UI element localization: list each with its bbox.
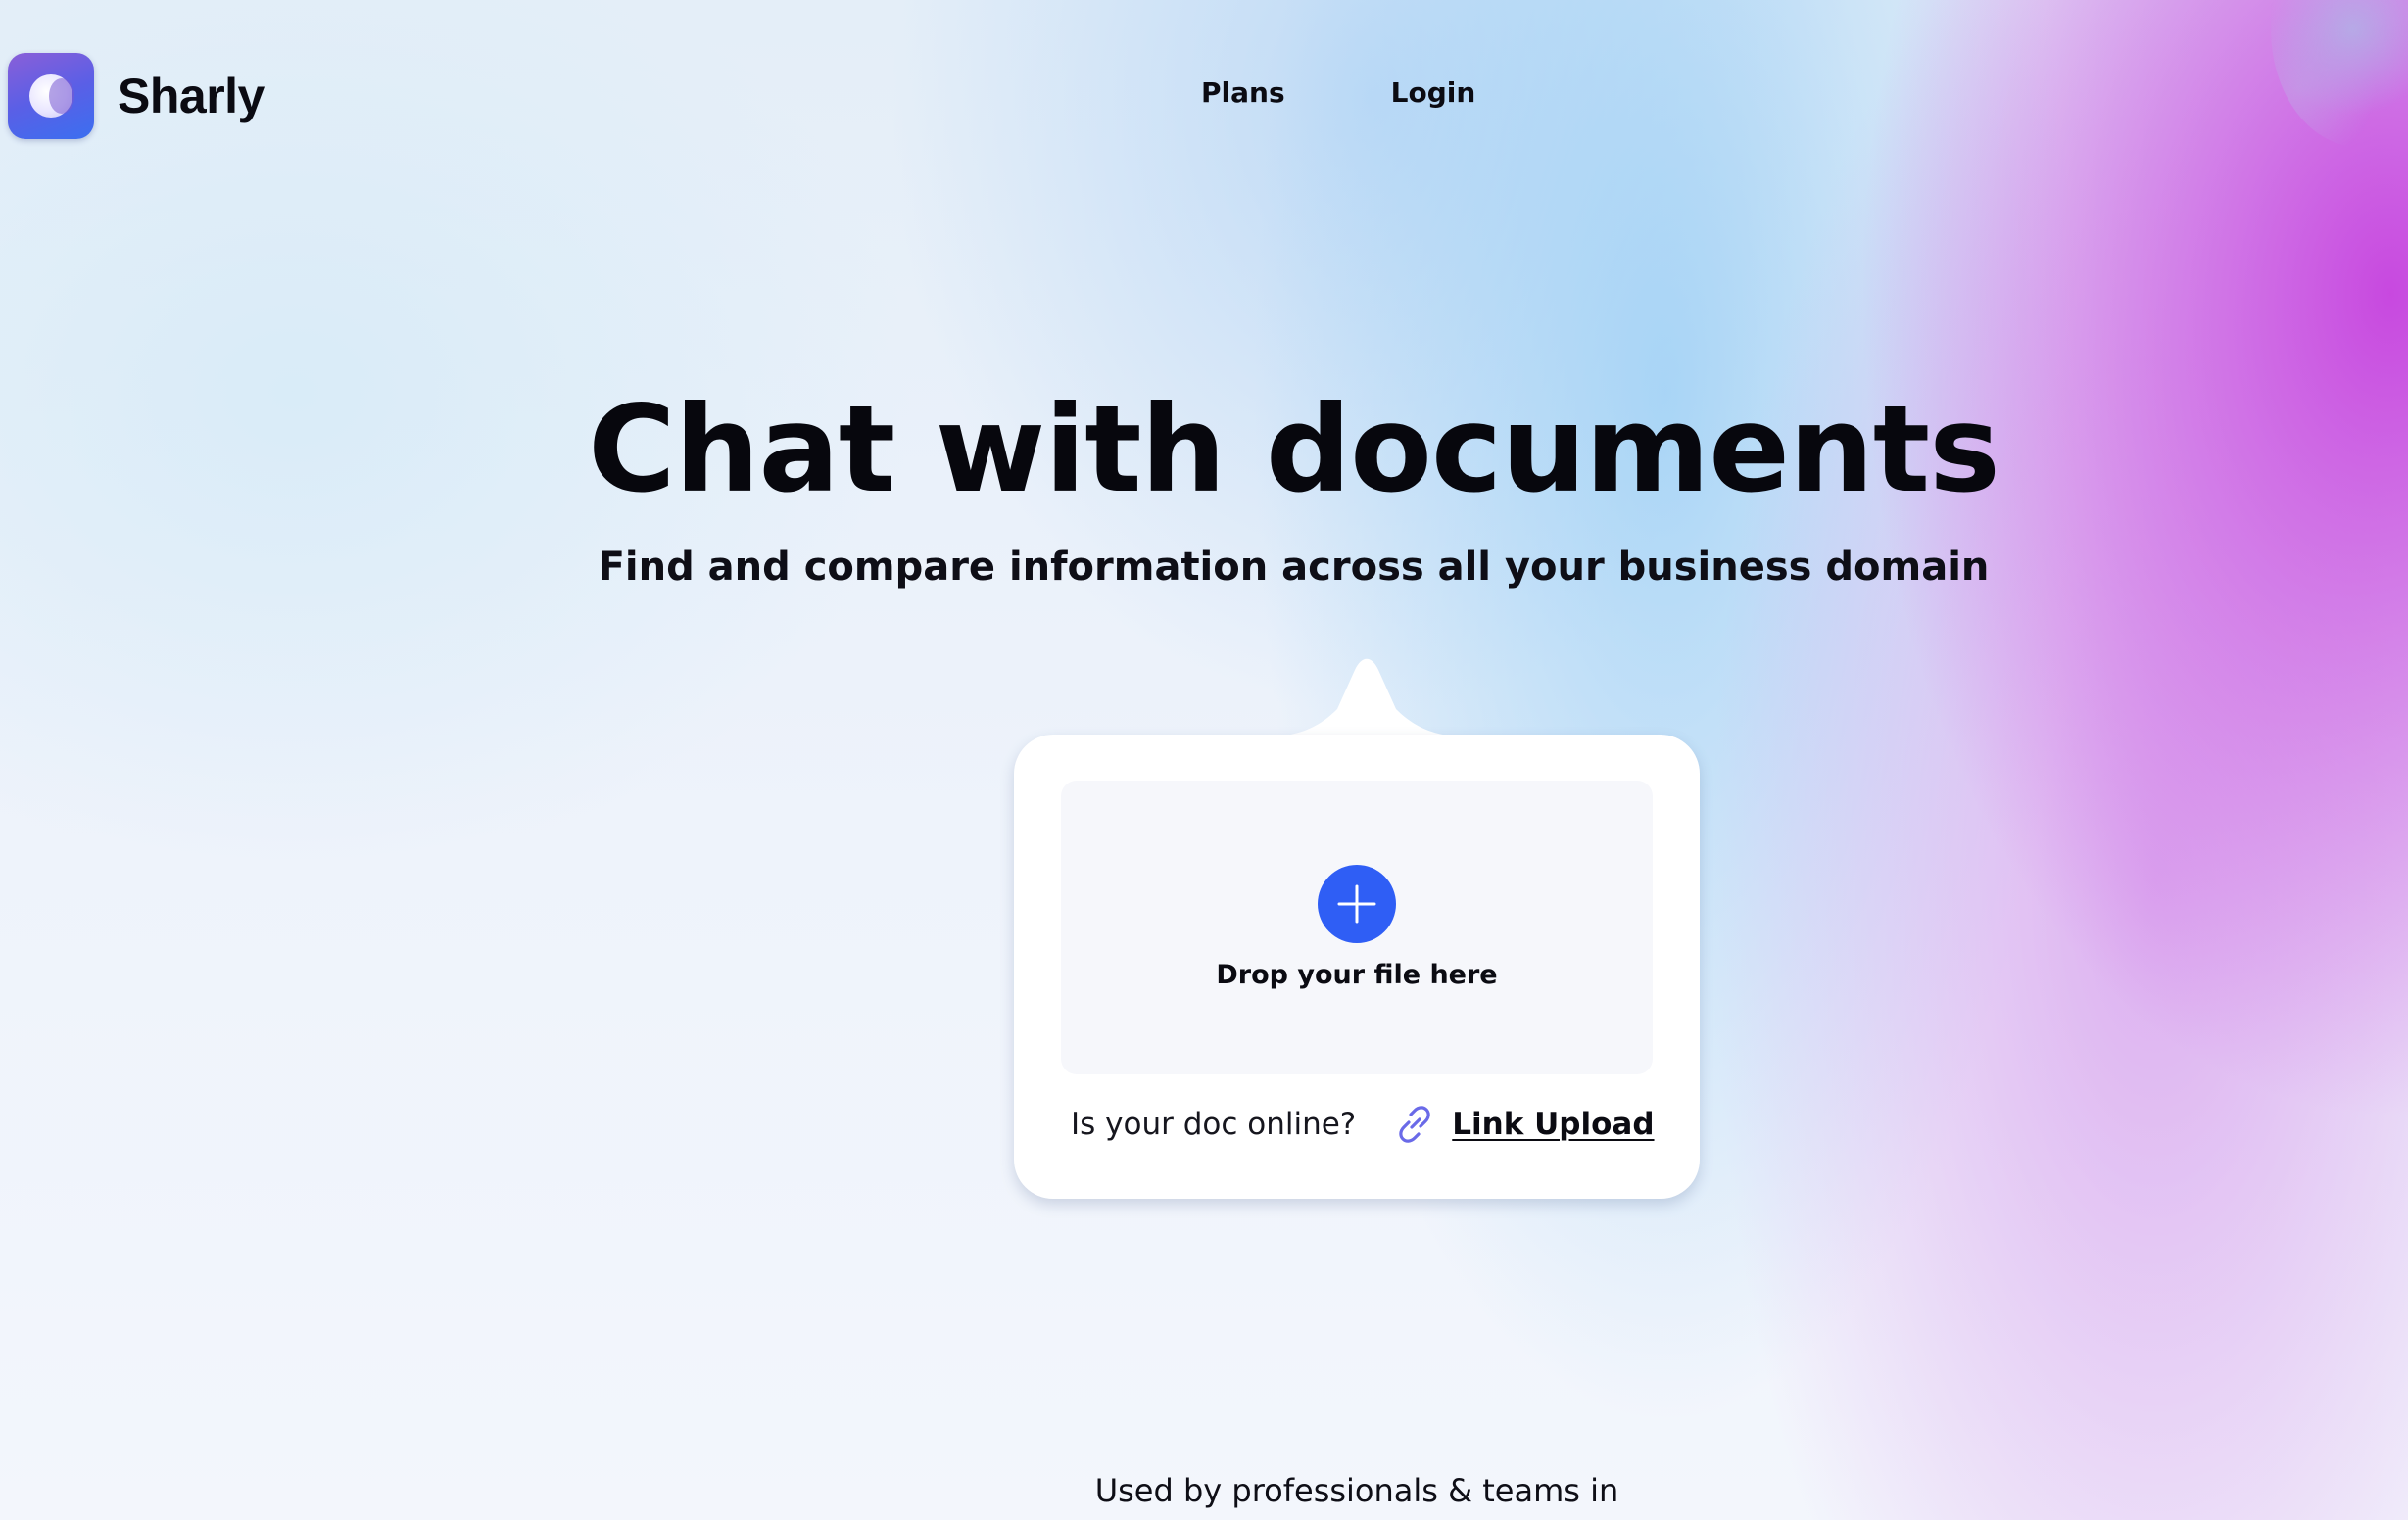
- file-dropzone[interactable]: Drop your file here: [1061, 781, 1653, 1074]
- drop-file-label: Drop your file here: [1216, 960, 1498, 990]
- brand-name: Sharly: [118, 69, 265, 123]
- site-header: Sharly Plans Login: [0, 0, 2408, 192]
- card-tab-notch: [1220, 658, 1514, 738]
- online-doc-question: Is your doc online?: [1071, 1107, 1357, 1142]
- plus-icon: [1337, 884, 1376, 924]
- brand-logo-link[interactable]: Sharly: [8, 53, 265, 139]
- nav-login-link[interactable]: Login: [1391, 76, 1476, 109]
- upload-card: Drop your file here Is your doc online? …: [1014, 735, 1700, 1199]
- hero-subtitle: Find and compare information across all …: [598, 545, 1990, 590]
- link-icon: [1399, 1106, 1430, 1143]
- link-upload-button[interactable]: Link Upload: [1452, 1107, 1654, 1142]
- sharly-logo-icon: [8, 53, 94, 139]
- nav-plans-link[interactable]: Plans: [1201, 76, 1285, 109]
- used-by-text: Used by professionals & teams in: [1094, 1472, 1619, 1509]
- add-file-button[interactable]: [1318, 865, 1396, 943]
- top-nav: Plans Login: [1201, 76, 1475, 109]
- hero-title: Chat with documents: [588, 380, 2000, 519]
- online-doc-row: Is your doc online? Link Upload: [1071, 1095, 1659, 1154]
- upload-card-container: Drop your file here Is your doc online? …: [1014, 650, 1700, 1199]
